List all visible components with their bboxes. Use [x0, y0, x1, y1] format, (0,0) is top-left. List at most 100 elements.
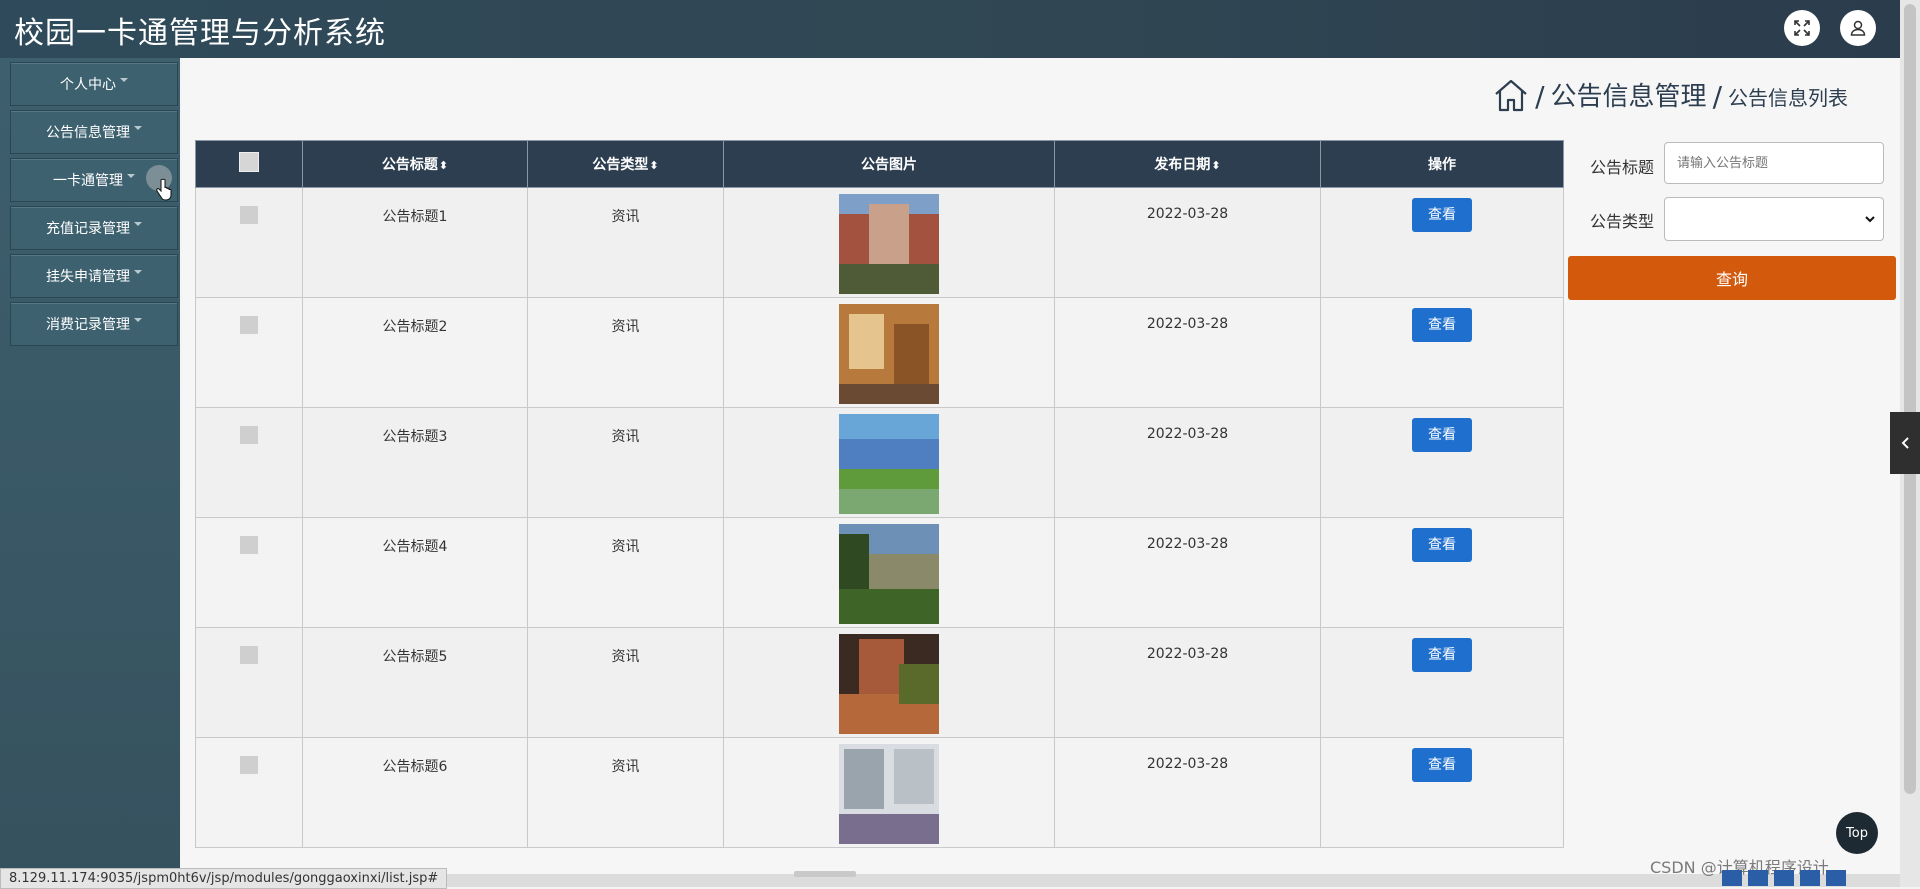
row-checkbox[interactable]: [240, 316, 258, 334]
chevron-down-icon: [134, 126, 142, 130]
sidebar-item-loss-report[interactable]: 挂失申请管理: [10, 254, 178, 298]
column-header-type[interactable]: 公告类型⬍: [527, 140, 724, 188]
date-cell: 2022-03-28: [1054, 297, 1321, 408]
column-header-date[interactable]: 发布日期⬍: [1054, 140, 1321, 188]
row-checkbox-cell: [195, 737, 303, 848]
sidebar-item-notice-management[interactable]: 公告信息管理: [10, 110, 178, 154]
view-button[interactable]: 查看: [1412, 638, 1472, 672]
chevron-left-icon: [1901, 437, 1909, 449]
tray-icon[interactable]: [1748, 869, 1768, 886]
image-cell: [723, 407, 1055, 518]
query-button[interactable]: 查询: [1568, 256, 1896, 300]
type-cell: 资讯: [527, 187, 724, 298]
image-cell: [723, 737, 1055, 848]
scrollbar-thumb[interactable]: [1904, 4, 1916, 794]
home-icon[interactable]: [1493, 77, 1529, 113]
image-cell: [723, 517, 1055, 628]
tray-icon[interactable]: [1800, 869, 1820, 886]
notice-image[interactable]: [839, 744, 939, 844]
action-cell: 查看: [1320, 627, 1564, 738]
date-cell: 2022-03-28: [1054, 187, 1321, 298]
type-cell: 资讯: [527, 297, 724, 408]
table-row: 公告标题4 资讯 2022-03-28 查看: [195, 517, 1564, 628]
tray-icon[interactable]: [1722, 869, 1742, 886]
title-cell: 公告标题5: [302, 627, 528, 738]
notice-image[interactable]: [839, 414, 939, 514]
action-cell: 查看: [1320, 297, 1564, 408]
sidebar-item-personal-center[interactable]: 个人中心: [10, 62, 178, 106]
top-header: 校园一卡通管理与分析系统: [0, 0, 1900, 58]
title-cell: 公告标题6: [302, 737, 528, 848]
chevron-down-icon: [134, 270, 142, 274]
view-button[interactable]: 查看: [1412, 308, 1472, 342]
breadcrumb: / 公告信息管理 / 公告信息列表: [1493, 76, 1848, 113]
type-cell: 资讯: [527, 627, 724, 738]
type-cell: 资讯: [527, 407, 724, 518]
view-button[interactable]: 查看: [1412, 418, 1472, 452]
sidebar-item-label: 充值记录管理: [46, 221, 130, 237]
sidebar-item-label: 公告信息管理: [46, 125, 130, 141]
row-checkbox[interactable]: [240, 536, 258, 554]
select-all-header: [195, 140, 303, 188]
breadcrumb-current: 公告信息列表: [1728, 86, 1848, 110]
table-row: 公告标题6 资讯 2022-03-28 查看: [195, 737, 1564, 848]
sidebar-item-consumption-records[interactable]: 消费记录管理: [10, 302, 178, 346]
sort-icon: ⬍: [649, 159, 659, 172]
tray-icon[interactable]: [1826, 869, 1846, 886]
chevron-down-icon: [134, 222, 142, 226]
tray-icon[interactable]: [1774, 869, 1794, 886]
chevron-down-icon: [120, 78, 128, 82]
notice-image[interactable]: [839, 524, 939, 624]
view-button[interactable]: 查看: [1412, 528, 1472, 562]
chevron-down-icon: [127, 174, 135, 178]
view-button[interactable]: 查看: [1412, 748, 1472, 782]
table-row: 公告标题2 资讯 2022-03-28 查看: [195, 297, 1564, 408]
title-cell: 公告标题1: [302, 187, 528, 298]
notice-image[interactable]: [839, 194, 939, 294]
back-to-top-button[interactable]: Top: [1836, 812, 1878, 854]
view-button[interactable]: 查看: [1412, 198, 1472, 232]
notice-image[interactable]: [839, 304, 939, 404]
table-row: 公告标题1 资讯 2022-03-28 查看: [195, 187, 1564, 298]
notice-image[interactable]: [839, 634, 939, 734]
user-button[interactable]: [1840, 10, 1876, 46]
title-search-input[interactable]: [1664, 142, 1884, 184]
action-cell: 查看: [1320, 187, 1564, 298]
sidebar-item-label: 挂失申请管理: [46, 269, 130, 285]
chevron-down-icon: [134, 318, 142, 322]
row-checkbox-cell: [195, 517, 303, 628]
user-icon: [1850, 20, 1866, 36]
sidebar-item-recharge-records[interactable]: 充值记录管理: [10, 206, 178, 250]
row-checkbox[interactable]: [240, 756, 258, 774]
side-panel-toggle[interactable]: [1890, 412, 1920, 474]
column-header-title[interactable]: 公告标题⬍: [302, 140, 528, 188]
fullscreen-button[interactable]: [1784, 10, 1820, 46]
image-cell: [723, 187, 1055, 298]
row-checkbox[interactable]: [240, 206, 258, 224]
breadcrumb-separator: /: [1535, 80, 1545, 113]
row-checkbox-cell: [195, 627, 303, 738]
type-cell: 资讯: [527, 737, 724, 848]
row-checkbox[interactable]: [240, 426, 258, 444]
sort-icon: ⬍: [438, 159, 449, 172]
title-cell: 公告标题3: [302, 407, 528, 518]
system-tray: [1722, 868, 1898, 887]
status-bar-url: 8.129.11.174:9035/jspm0ht6v/jsp/modules/…: [0, 868, 448, 889]
table-header-row: 公告标题⬍ 公告类型⬍ 公告图片 发布日期⬍ 操作: [195, 140, 1564, 188]
table-row: 公告标题3 资讯 2022-03-28 查看: [195, 407, 1564, 518]
type-select[interactable]: [1664, 197, 1884, 241]
notice-table: 公告标题⬍ 公告类型⬍ 公告图片 发布日期⬍ 操作 公告标题1 资讯 2022-…: [195, 140, 1564, 848]
action-cell: 查看: [1320, 737, 1564, 848]
horizontal-scroll-thumb[interactable]: [794, 871, 856, 877]
sidebar-item-label: 个人中心: [60, 77, 116, 93]
select-all-checkbox[interactable]: [239, 152, 259, 172]
app-title: 校园一卡通管理与分析系统: [14, 16, 386, 51]
image-cell: [723, 297, 1055, 408]
action-cell: 查看: [1320, 517, 1564, 628]
type-cell: 资讯: [527, 517, 724, 628]
breadcrumb-section[interactable]: 公告信息管理: [1551, 76, 1707, 113]
chevron-down-icon: [1865, 216, 1875, 223]
title-cell: 公告标题2: [302, 297, 528, 408]
row-checkbox[interactable]: [240, 646, 258, 664]
type-filter-label: 公告类型: [1590, 212, 1655, 231]
